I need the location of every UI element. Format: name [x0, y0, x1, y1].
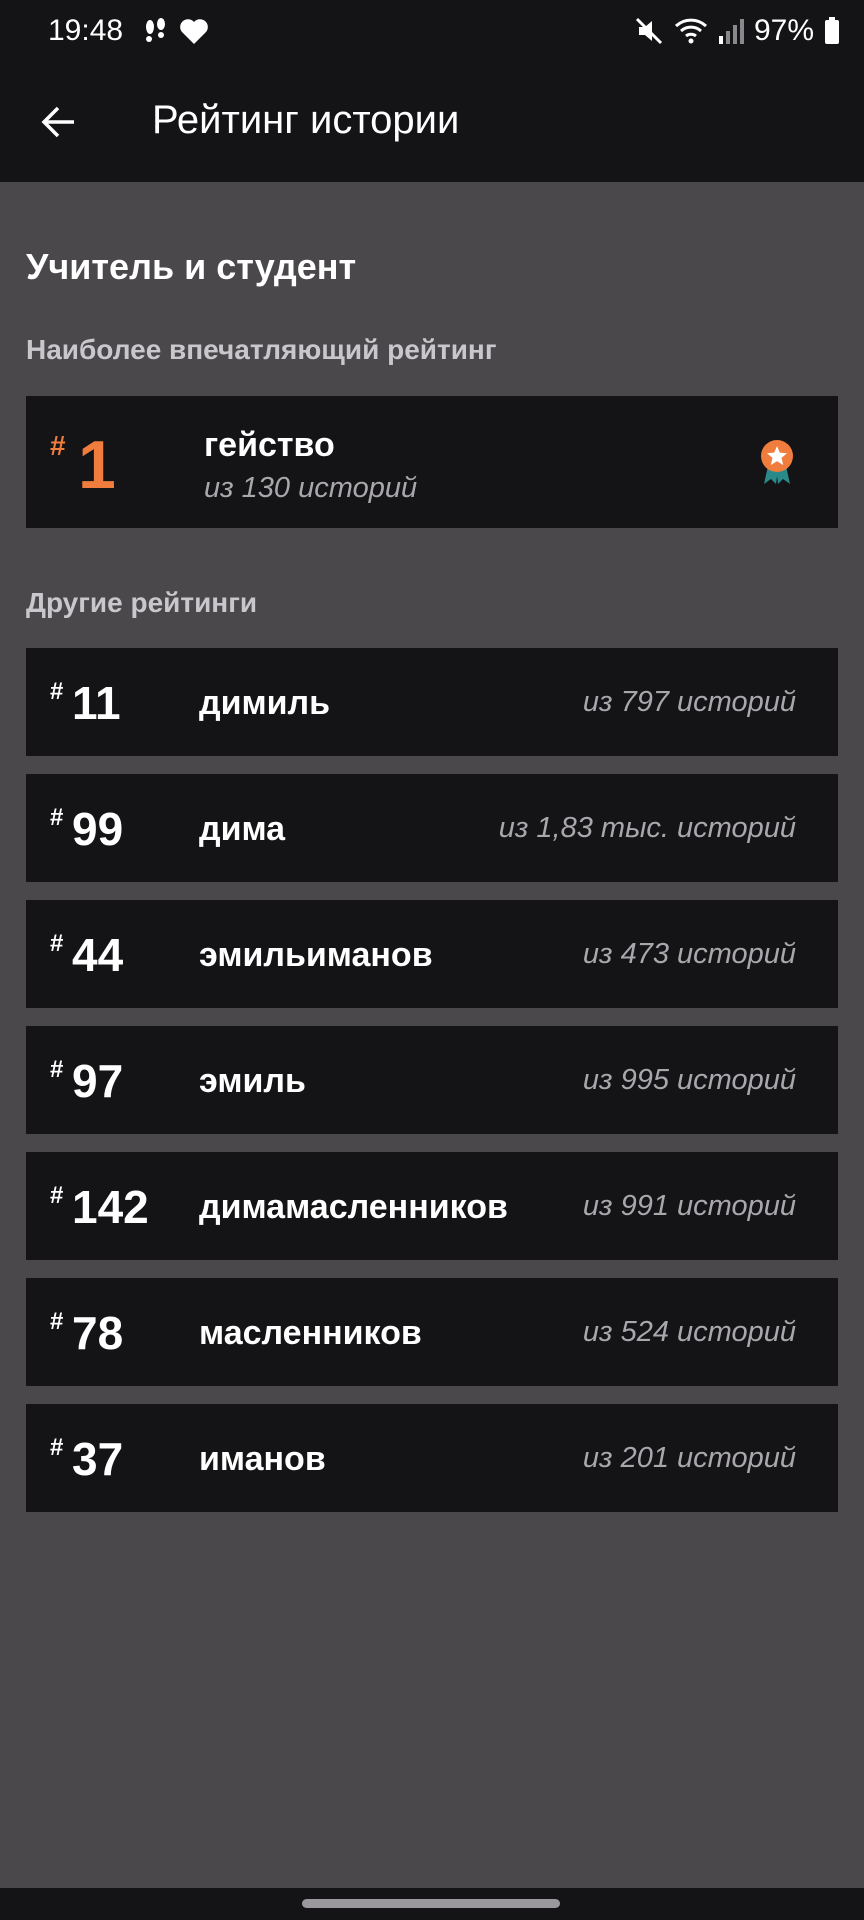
rank-hash: #	[50, 930, 64, 957]
ranking-row[interactable]: # 11 димиль из 797 историй	[26, 648, 838, 756]
system-nav-bar	[0, 1888, 864, 1920]
tag-name: эмиль	[199, 1062, 306, 1100]
tag-name: димамасленников	[199, 1188, 508, 1226]
rank-number: 78	[72, 1307, 124, 1359]
app-bar: Рейтинг истории	[0, 62, 864, 182]
top-ranking-card[interactable]: # 1 гейство из 130 историй	[26, 396, 838, 528]
other-rankings-label: Другие рейтинги	[26, 587, 258, 618]
rank-number: 44	[72, 929, 124, 981]
status-time: 19:48	[48, 14, 124, 47]
rank-number: 37	[72, 1433, 124, 1485]
tag-name: дима	[199, 810, 286, 848]
battery-icon	[824, 16, 840, 46]
tag-name: масленников	[199, 1314, 422, 1352]
rank-hash: #	[50, 1308, 64, 1335]
mute-icon	[634, 16, 664, 46]
tag-name: иманов	[199, 1440, 326, 1478]
wifi-icon	[674, 16, 708, 46]
arrow-left-icon	[38, 102, 78, 142]
ranking-row[interactable]: # 78 масленников из 524 историй	[26, 1278, 838, 1386]
rank-number: 11	[72, 677, 121, 729]
rank-hash: #	[50, 1182, 64, 1209]
story-count: из 797 историй	[582, 686, 796, 718]
story-count: из 1,83 тыс. историй	[498, 812, 796, 844]
heart-icon	[178, 16, 210, 46]
story-title: Учитель и студент	[26, 246, 357, 287]
rank-number: 99	[72, 803, 124, 855]
ranking-row[interactable]: # 142 димамасленников из 991 историй	[26, 1152, 838, 1260]
story-count: из 995 историй	[582, 1064, 796, 1096]
tag-name: эмильиманов	[199, 936, 433, 974]
story-count: из 524 историй	[582, 1316, 796, 1348]
tag-name: гейство	[204, 426, 335, 464]
signal-icon	[718, 16, 744, 46]
rank-hash: #	[50, 1056, 64, 1083]
status-bar: 19:48 97%	[0, 0, 864, 62]
home-gesture-handle[interactable]	[302, 1899, 560, 1908]
battery-percent: 97%	[753, 14, 814, 47]
award-ribbon-icon	[756, 438, 798, 491]
back-button[interactable]	[34, 98, 82, 146]
rank-number: 1	[78, 427, 116, 503]
story-count: из 201 историй	[582, 1442, 796, 1474]
rank-hash: #	[50, 430, 66, 461]
story-count: из 130 историй	[204, 472, 418, 504]
top-ranking-label: Наиболее впечатляющий рейтинг	[26, 334, 497, 365]
story-count: из 991 историй	[582, 1190, 796, 1222]
rank-hash: #	[50, 678, 64, 705]
rank-number: 97	[72, 1055, 124, 1107]
rank-hash: #	[50, 804, 64, 831]
page-title: Рейтинг истории	[152, 98, 460, 142]
story-count: из 473 историй	[582, 938, 796, 970]
ranking-row[interactable]: # 99 дима из 1,83 тыс. историй	[26, 774, 838, 882]
ranking-row[interactable]: # 37 иманов из 201 историй	[26, 1404, 838, 1512]
rank-hash: #	[50, 1434, 64, 1461]
tag-name: димиль	[199, 684, 331, 722]
ranking-row[interactable]: # 97 эмиль из 995 историй	[26, 1026, 838, 1134]
rank-number: 142	[72, 1181, 149, 1233]
ranking-row[interactable]: # 44 эмильиманов из 473 историй	[26, 900, 838, 1008]
footsteps-icon	[140, 16, 170, 46]
